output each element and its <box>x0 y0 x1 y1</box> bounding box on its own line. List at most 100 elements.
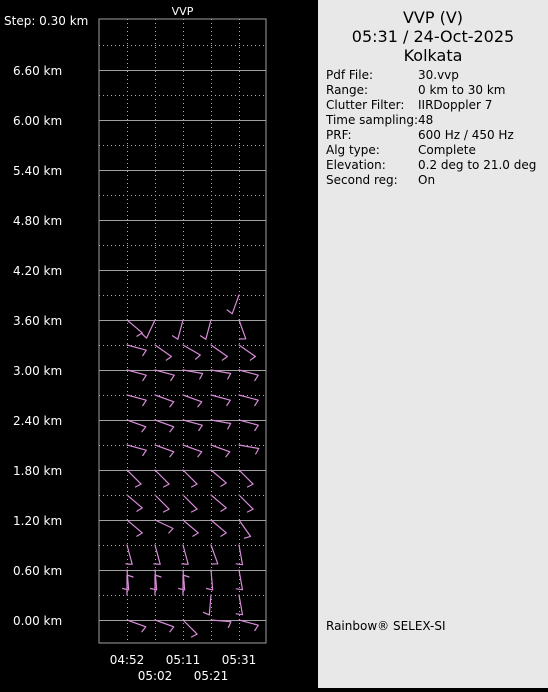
wind-barb <box>210 544 219 565</box>
wind-barb <box>182 519 199 537</box>
info-key: Second reg: <box>326 173 398 187</box>
wind-barb <box>238 369 259 382</box>
wind-barb <box>202 594 212 616</box>
wind-barb <box>141 319 156 339</box>
wind-barb <box>126 469 142 488</box>
wind-barb <box>210 394 231 407</box>
wind-barb <box>210 519 227 537</box>
x-tick-label: 04:52 <box>110 653 145 667</box>
wind-barb <box>181 544 189 565</box>
wind-barb <box>126 494 143 512</box>
wind-barb <box>210 619 232 629</box>
info-value: 0 km to 30 km <box>418 83 506 97</box>
wind-barb <box>126 519 143 537</box>
wind-barb <box>210 494 227 512</box>
wind-barb <box>154 619 175 633</box>
step-label: Step: 0.30 km <box>4 14 88 28</box>
info-key: Clutter Filter: <box>326 98 405 112</box>
wind-barb <box>178 569 186 591</box>
y-tick-label: 5.40 km <box>13 164 62 178</box>
wind-barb <box>210 369 232 380</box>
product-title: VVP (V) <box>402 8 464 27</box>
wind-barb <box>154 444 175 458</box>
wind-barb <box>125 544 133 565</box>
wind-barb <box>121 569 130 591</box>
vvp-wind-chart: VVP Step: 0.30 km 0.00 km 0.60 km 1.20 km 1.8… <box>4 5 267 683</box>
wind-barb <box>182 419 203 432</box>
info-key: Alg type: <box>326 143 380 157</box>
info-key: Range: <box>326 83 369 97</box>
x-tick-label: 05:21 <box>194 669 229 683</box>
x-tick-label: 05:31 <box>222 653 257 667</box>
wind-barb <box>210 444 231 458</box>
product-datetime: 05:31 / 24-Oct-2025 <box>351 27 515 46</box>
info-key: Elevation: <box>326 158 386 172</box>
chart-title: VVP <box>172 5 194 18</box>
wind-barb <box>154 369 175 382</box>
wind-barb <box>182 469 198 488</box>
y-tick-label: 4.20 km <box>13 264 62 278</box>
wind-barb <box>182 344 201 360</box>
wind-barb <box>226 294 240 315</box>
info-value: 30.vvp <box>418 68 459 82</box>
wind-barb <box>238 519 252 539</box>
x-tick-label: 05:02 <box>138 669 173 683</box>
wind-barb <box>238 394 259 407</box>
wind-barb <box>238 319 247 340</box>
info-key: Time sampling: <box>326 113 419 127</box>
wind-barb <box>154 469 170 488</box>
wind-barb <box>182 494 198 513</box>
x-tick-label: 05:11 <box>166 653 201 667</box>
wind-barb <box>238 619 259 632</box>
wind-barb <box>126 419 147 433</box>
info-value: 600 Hz / 450 Hz <box>418 128 514 142</box>
wind-barb <box>126 619 147 633</box>
wind-barb <box>210 469 227 487</box>
wind-barb <box>210 344 228 361</box>
y-tick-label: 1.80 km <box>13 464 62 478</box>
wind-barb <box>182 444 203 458</box>
vvp-plot-panel: VVP Step: 0.30 km 0.00 km 0.60 km 1.20 km 1.8… <box>0 0 318 688</box>
y-tick-label: 0.00 km <box>13 614 62 628</box>
wind-barb <box>235 544 244 566</box>
wind-barb <box>238 494 254 513</box>
wind-barb <box>238 419 259 432</box>
info-value: On <box>418 173 436 187</box>
y-tick-label: 2.40 km <box>13 414 62 428</box>
wind-barb <box>126 444 147 457</box>
wind-barb <box>154 419 175 433</box>
wind-barb <box>154 519 174 534</box>
y-tick-label: 6.00 km <box>13 114 62 128</box>
wind-barb <box>154 494 170 513</box>
wind-barb <box>182 369 204 380</box>
info-key: PRF: <box>326 128 352 142</box>
info-value: 0.2 deg to 21.0 deg <box>418 158 537 172</box>
wind-barb <box>126 319 143 337</box>
y-tick-label: 3.00 km <box>13 364 62 378</box>
wind-barb <box>171 319 184 340</box>
y-tick-label: 0.60 km <box>13 564 62 578</box>
info-value: Complete <box>418 143 476 157</box>
info-value: 48 <box>418 113 434 127</box>
wind-barb <box>126 394 147 407</box>
wind-barb <box>154 344 172 361</box>
wind-barb <box>126 344 147 357</box>
vendor-footer: Rainbow® SELEX-SI <box>326 619 446 633</box>
wind-barb <box>238 469 254 488</box>
wind-barb <box>182 619 198 638</box>
y-tick-label: 1.20 km <box>13 514 62 528</box>
wind-barb <box>238 444 260 455</box>
wind-barb <box>153 544 161 565</box>
info-panel: VVP (V) 05:31 / 24-Oct-2025 Kolkata Pdf … <box>318 0 548 688</box>
site-name: Kolkata <box>403 46 463 65</box>
wind-barb <box>210 419 232 430</box>
wind-barb <box>182 394 203 408</box>
info-value: IIRDoppler 7 <box>418 98 493 112</box>
y-tick-label: 4.80 km <box>13 214 62 228</box>
wind-barb <box>126 369 147 382</box>
wind-barb <box>238 344 256 361</box>
wind-barb <box>150 569 158 591</box>
wind-barb <box>199 319 212 340</box>
wind-barb <box>206 569 214 591</box>
y-tick-label: 6.60 km <box>13 64 62 78</box>
